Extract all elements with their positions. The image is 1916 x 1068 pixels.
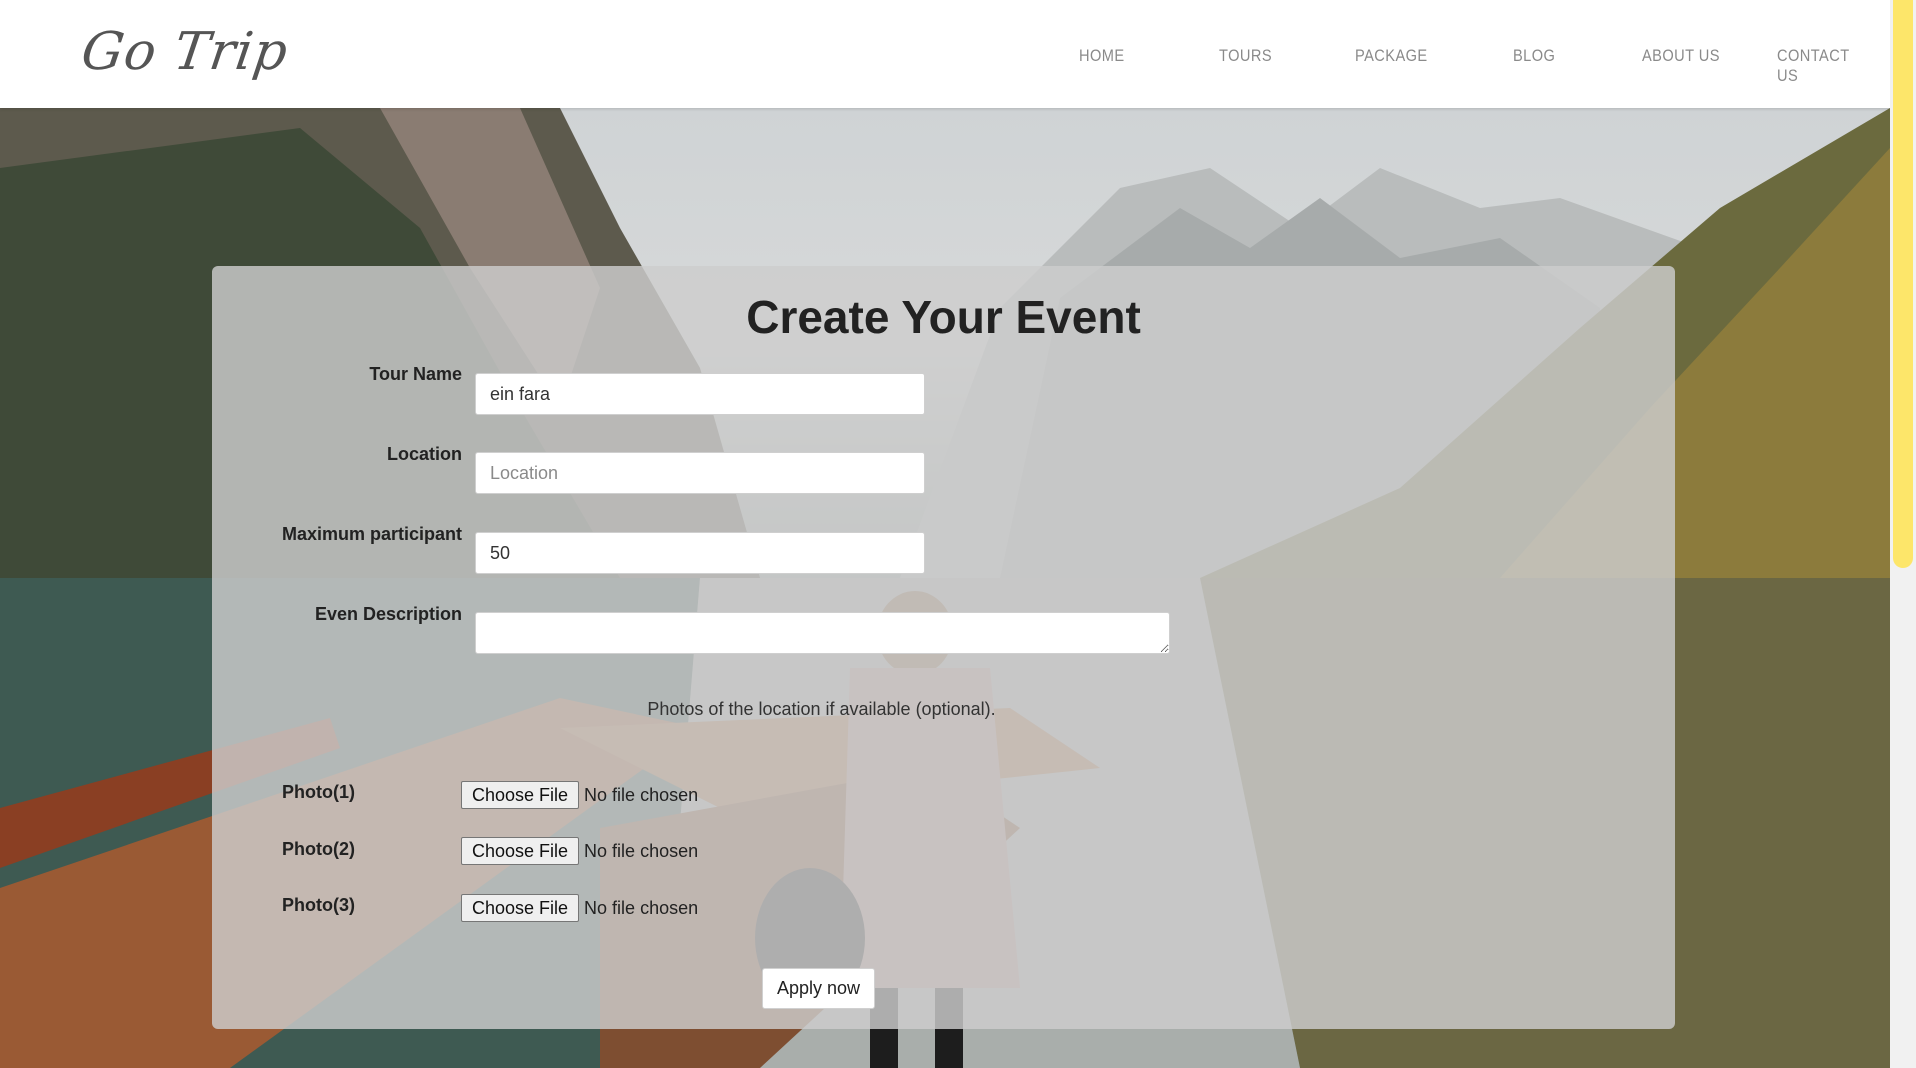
photo-3-label: Photo(3) [282, 895, 355, 915]
location-label: Location [387, 444, 462, 464]
photo-1-file-input[interactable]: Choose File No file chosen [461, 781, 698, 809]
page: Go Trip HOME TOURS PACKAGE BLOG ABOUT US… [0, 0, 1916, 1068]
scrollbar-thumb[interactable] [1893, 0, 1913, 568]
nav-home[interactable]: HOME [1079, 46, 1125, 66]
description-label: Even Description [314, 604, 462, 624]
tour-name-label: Tour Name [369, 364, 462, 384]
create-event-form: Create Your Event Tour Name Location Max… [212, 266, 1675, 1029]
form-title: Create Your Event [746, 291, 1141, 343]
nav-blog[interactable]: BLOG [1513, 46, 1555, 66]
photo-2-label: Photo(2) [282, 839, 355, 859]
location-input[interactable] [475, 452, 925, 494]
nav-tours[interactable]: TOURS [1219, 46, 1272, 66]
max-participant-label: Maximum participant [281, 524, 462, 544]
tour-name-input[interactable] [475, 373, 925, 415]
photo-2-file-input[interactable]: Choose File No file chosen [461, 837, 698, 865]
photo-3-file-status: No file chosen [584, 897, 699, 918]
photo-1-file-status: No file chosen [584, 784, 699, 805]
nav-about-us[interactable]: ABOUT US [1642, 46, 1720, 66]
apply-now-button[interactable]: Apply now [762, 968, 875, 1009]
photo-1-choose-file-button[interactable]: Choose File [461, 781, 580, 809]
photo-2-choose-file-button[interactable]: Choose File [461, 837, 580, 865]
photo-3-choose-file-button[interactable]: Choose File [461, 894, 580, 922]
photo-1-label: Photo(1) [282, 782, 355, 802]
nav-package[interactable]: PACKAGE [1355, 46, 1428, 66]
photo-2-file-status: No file chosen [584, 840, 699, 861]
photo-3-file-input[interactable]: Choose File No file chosen [461, 894, 698, 922]
site-header: Go Trip HOME TOURS PACKAGE BLOG ABOUT US… [0, 0, 1890, 108]
site-logo[interactable]: Go Trip [78, 22, 292, 82]
max-participant-input[interactable] [475, 532, 925, 574]
photos-note: Photos of the location if available (opt… [647, 699, 996, 719]
nav-contact-us[interactable]: CONTACT US [1777, 46, 1874, 86]
description-textarea[interactable] [475, 612, 1170, 654]
